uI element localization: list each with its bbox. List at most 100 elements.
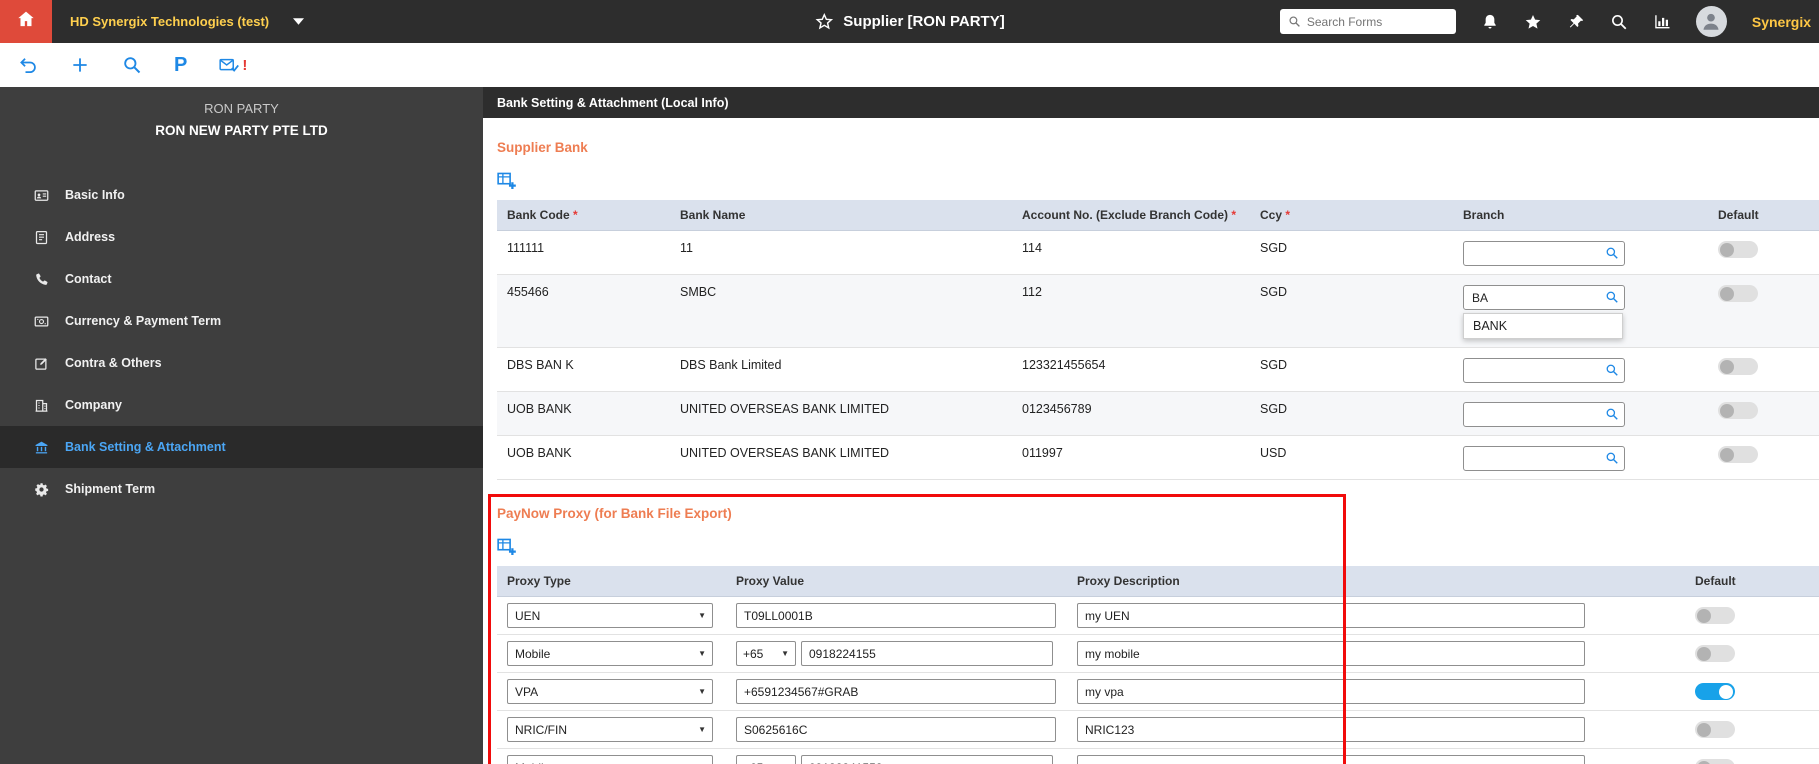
bank-code-cell: DBS BAN K xyxy=(497,347,670,392)
sidebar-item-label: Contact xyxy=(65,272,112,286)
currency-icon xyxy=(34,314,49,329)
country-code-dropdown[interactable]: +65 xyxy=(737,642,795,665)
favorites-star-icon[interactable] xyxy=(1524,13,1542,31)
chevron-down-icon xyxy=(293,18,305,25)
search-icon[interactable] xyxy=(1605,451,1619,465)
add-proxy-row-button[interactable] xyxy=(497,537,516,556)
proxy-type-dropdown[interactable]: NRIC/FIN xyxy=(508,718,712,741)
search-forms-input[interactable] xyxy=(1306,14,1448,29)
supplier-bank-section: Supplier Bank Bank Code * Bank Name Accoun… xyxy=(497,140,1819,480)
search-icon[interactable] xyxy=(1605,246,1619,260)
branch-input[interactable] xyxy=(1464,286,1624,309)
proxy-description-input[interactable] xyxy=(1077,717,1585,742)
proxy-value-input[interactable] xyxy=(801,641,1053,666)
sidebar-item-contact[interactable]: Contact xyxy=(0,258,483,300)
proxy-type-select[interactable]: VPA ▼ xyxy=(507,679,713,704)
mail-alert-button[interactable]: ! xyxy=(219,55,247,75)
proxy-type-dropdown[interactable]: UEN xyxy=(508,604,712,627)
default-cell xyxy=(1708,230,1819,275)
home-button[interactable] xyxy=(0,0,52,43)
branch-input[interactable] xyxy=(1464,242,1624,265)
proxy-value-input[interactable] xyxy=(736,603,1056,628)
default-toggle[interactable] xyxy=(1718,402,1758,419)
branch-search-field[interactable] xyxy=(1463,285,1625,310)
proxy-type-dropdown[interactable]: VPA xyxy=(508,680,712,703)
branch-search-field[interactable] xyxy=(1463,241,1625,266)
proxy-value-input[interactable] xyxy=(736,717,1056,742)
bank-icon xyxy=(34,440,49,455)
add-bank-row-button[interactable] xyxy=(497,171,516,190)
sidebar-item-basic-info[interactable]: Basic Info xyxy=(0,174,483,216)
global-search-icon[interactable] xyxy=(1610,13,1628,31)
account-no-cell: 0123456789 xyxy=(1012,391,1250,436)
proxy-value-input[interactable] xyxy=(736,679,1056,704)
sidebar-item-company[interactable]: Company xyxy=(0,384,483,426)
sidebar-item-address[interactable]: Address xyxy=(0,216,483,258)
default-toggle[interactable] xyxy=(1718,446,1758,463)
sidebar-item-currency-payment-term[interactable]: Currency & Payment Term xyxy=(0,300,483,342)
supplier-bank-row: 455466SMBC112SGD BANK xyxy=(497,274,1819,348)
proxy-description-cell xyxy=(1067,710,1685,749)
proxy-value-cell: +65▼ xyxy=(726,634,1067,673)
country-code-dropdown[interactable]: +65 xyxy=(737,756,795,764)
default-toggle[interactable] xyxy=(1718,241,1758,258)
paynow-row: VPA ▼ xyxy=(497,672,1819,711)
branch-input[interactable] xyxy=(1464,447,1624,470)
proxy-type-select[interactable]: Mobile▼ xyxy=(507,755,713,764)
proxy-description-input[interactable] xyxy=(1077,755,1585,764)
bank-code-cell: 455466 xyxy=(497,274,670,348)
required-asterisk: * xyxy=(569,208,578,222)
avatar[interactable] xyxy=(1695,6,1727,37)
notifications-bell-icon[interactable] xyxy=(1481,13,1499,31)
default-toggle[interactable] xyxy=(1718,285,1758,302)
search-icon[interactable] xyxy=(1605,290,1619,304)
proxy-description-cell xyxy=(1067,748,1685,764)
toggle-knob xyxy=(1720,242,1734,257)
add-button[interactable] xyxy=(70,55,90,75)
proxy-type-dropdown[interactable]: Mobile xyxy=(508,642,712,665)
proxy-type-select[interactable]: NRIC/FIN ▼ xyxy=(507,717,713,742)
country-code-select[interactable]: +65▼ xyxy=(736,755,796,764)
sidebar-item-shipment-term[interactable]: Shipment Term xyxy=(0,468,483,510)
branch-suggestion[interactable]: BANK xyxy=(1463,313,1623,339)
search-icon[interactable] xyxy=(1605,363,1619,377)
proxy-value-input[interactable] xyxy=(801,755,1053,764)
undo-button[interactable] xyxy=(18,55,38,75)
branch-search-field[interactable] xyxy=(1463,446,1625,471)
sidebar-item-label: Currency & Payment Term xyxy=(65,314,222,328)
search-button[interactable] xyxy=(122,55,142,75)
proxy-description-input[interactable] xyxy=(1077,679,1585,704)
default-toggle[interactable] xyxy=(1695,645,1735,662)
print-preview-button[interactable]: P xyxy=(174,55,187,75)
proxy-description-input[interactable] xyxy=(1077,641,1585,666)
branch-input[interactable] xyxy=(1464,359,1624,382)
proxy-type-select[interactable]: Mobile▼ xyxy=(507,641,713,666)
proxy-value-cell: +65▼ xyxy=(726,748,1067,764)
column-header: Bank Name xyxy=(670,200,1012,231)
ccy-cell: SGD xyxy=(1250,230,1453,275)
search-forms-box[interactable] xyxy=(1279,9,1456,34)
proxy-type-dropdown[interactable]: Mobile xyxy=(508,756,712,764)
search-icon[interactable] xyxy=(1605,407,1619,421)
proxy-value-cell xyxy=(726,596,1067,635)
default-toggle[interactable] xyxy=(1695,683,1735,700)
branch-input[interactable] xyxy=(1464,403,1624,426)
proxy-type-select[interactable]: UEN ▼ xyxy=(507,603,713,628)
branch-search-field[interactable] xyxy=(1463,402,1625,427)
proxy-description-input[interactable] xyxy=(1077,603,1585,628)
favorite-star-icon[interactable] xyxy=(814,12,833,31)
default-toggle[interactable] xyxy=(1718,358,1758,375)
proxy-type-cell: NRIC/FIN ▼ xyxy=(497,710,726,749)
default-cell xyxy=(1685,634,1819,673)
default-toggle[interactable] xyxy=(1695,607,1735,624)
branch-search-field[interactable] xyxy=(1463,358,1625,383)
company-selector[interactable]: HD Synergix Technologies (test) xyxy=(52,0,322,43)
reports-chart-icon[interactable] xyxy=(1653,13,1671,31)
default-toggle[interactable] xyxy=(1695,721,1735,738)
default-toggle[interactable] xyxy=(1695,759,1735,764)
sidebar-item-bank-setting-attachment[interactable]: Bank Setting & Attachment xyxy=(0,426,483,468)
pin-icon[interactable] xyxy=(1567,13,1585,31)
country-code-select[interactable]: +65▼ xyxy=(736,641,796,666)
supplier-bank-row: 111111 11 114 SGD xyxy=(497,230,1819,275)
sidebar-item-contra-others[interactable]: Contra & Others xyxy=(0,342,483,384)
